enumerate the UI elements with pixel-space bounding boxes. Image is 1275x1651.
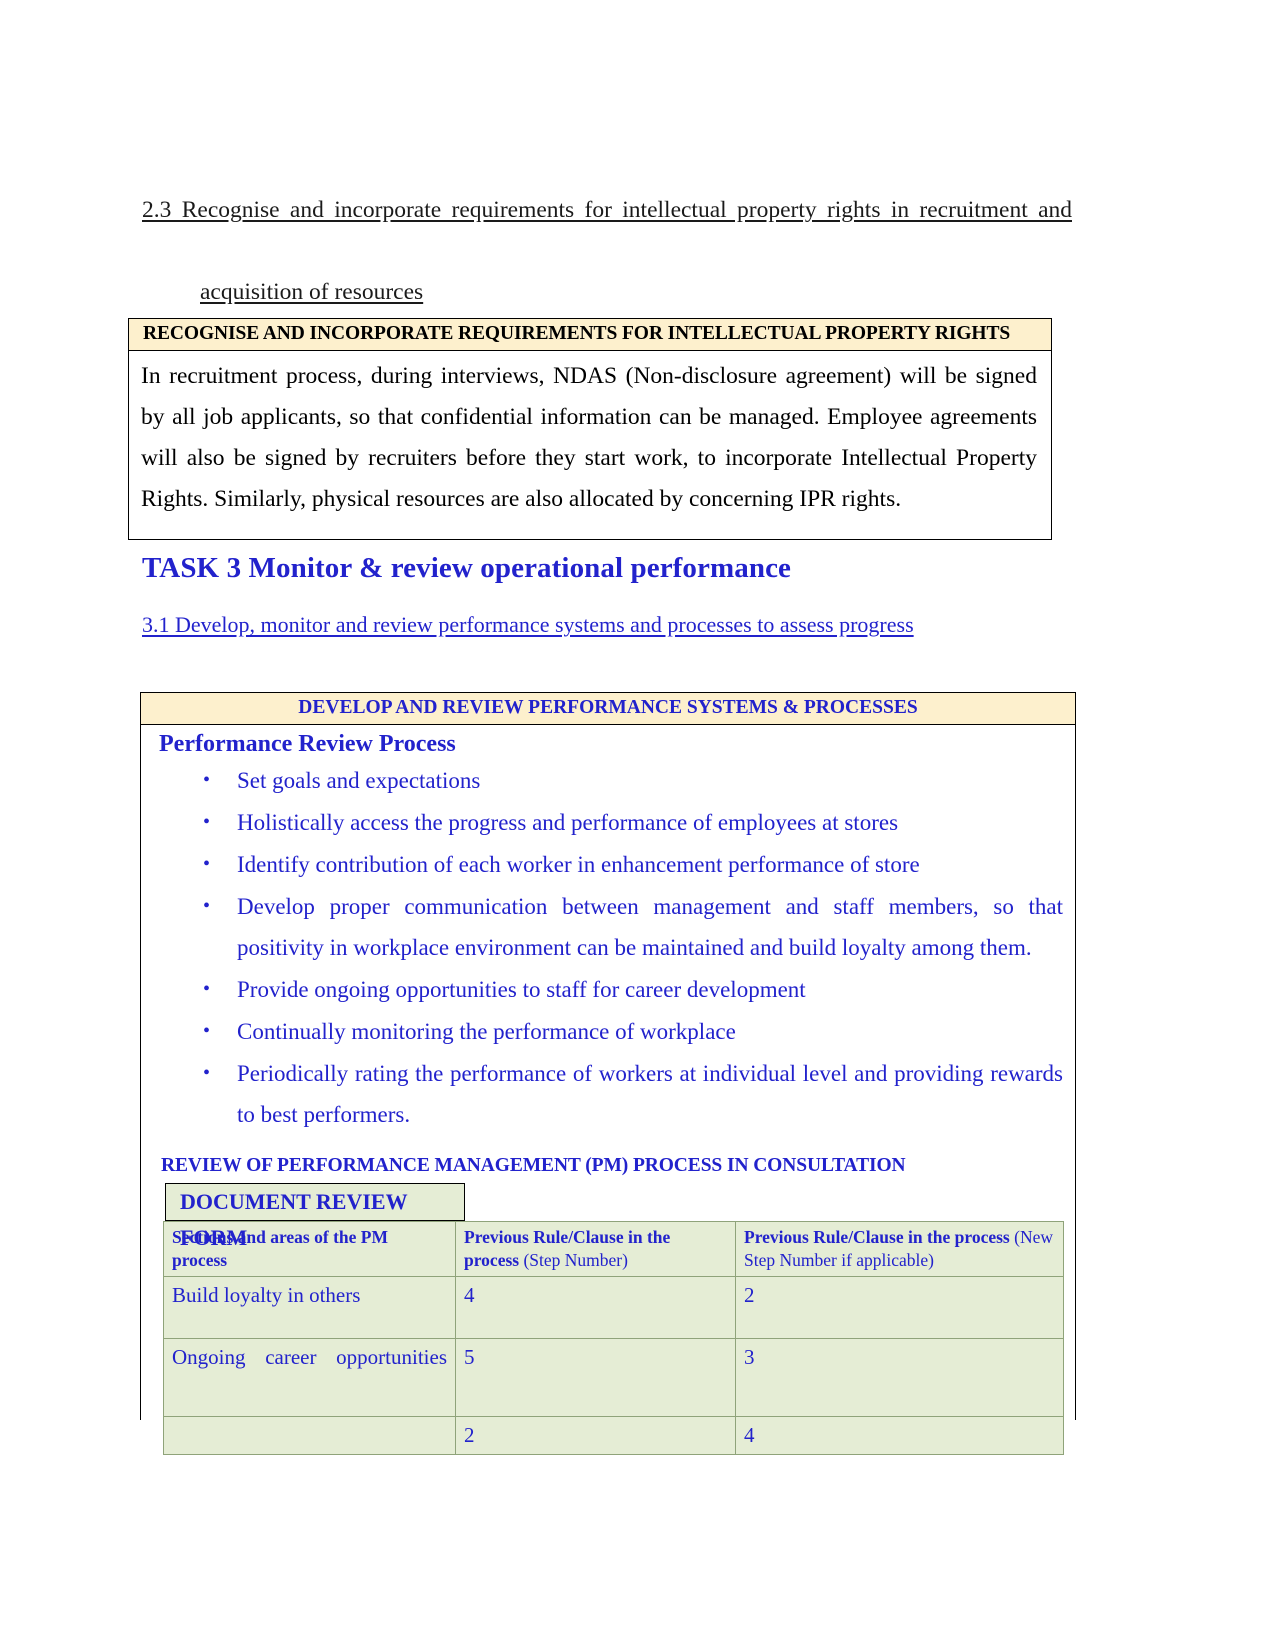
table-cell-section-text: Ongoing career opportunities [172,1345,447,1369]
table-header-previous: Previous Rule/Clause in the process (Ste… [455,1221,736,1277]
table-header-new: Previous Rule/Clause in the process (New… [735,1221,1064,1277]
performance-bullet-list: Set goals and expectations Holistically … [151,760,1063,1135]
section-heading-line-2: acquisition of resources [200,279,424,305]
table-header-sections-main: Sections and areas of the PM process [172,1227,388,1270]
document-review-form-tab: DOCUMENT REVIEW FORM [165,1183,465,1250]
table-header-new-main: Previous Rule/Clause in the process [744,1227,1010,1247]
table-row: Build loyalty in others 4 2 [163,1276,1064,1339]
performance-box-header: DEVELOP AND REVIEW PERFORMANCE SYSTEMS &… [141,693,1075,725]
list-item: Set goals and expectations [199,760,1063,801]
table-header-sections: Sections and areas of the PM process [163,1221,456,1277]
performance-review-process-title: Performance Review Process [159,731,456,757]
section-heading-line-1: 2.3 Recognise and incorporate requiremen… [142,190,1072,272]
table-header-previous-sub: (Step Number) [519,1250,628,1270]
section-heading-2-3: 2.3 Recognise and incorporate requiremen… [142,190,1072,313]
table-cell-new: 4 [735,1416,1064,1455]
list-item: Provide ongoing opportunities to staff f… [199,969,1063,1010]
document-page: 2.3 Recognise and incorporate requiremen… [0,0,1275,1651]
ipr-box-body: In recruitment process, during interview… [141,363,1037,512]
table-cell-previous: 2 [455,1416,736,1455]
table-cell-section: Build loyalty in others [163,1276,456,1339]
table-header-row: Sections and areas of the PM process Pre… [163,1221,1064,1277]
list-item: Develop proper communication between man… [199,886,1063,968]
list-item: Periodically rating the performance of w… [199,1053,1063,1135]
section-heading-line-1-text: 2.3 Recognise and incorporate requiremen… [142,197,1072,223]
table-row: 2 4 [163,1416,1064,1455]
ipr-box-header: RECOGNISE AND INCORPORATE REQUIREMENTS F… [129,319,1051,351]
table-cell-section: Ongoing career opportunities [163,1338,456,1417]
task-3-title: TASK 3 Monitor & review operational perf… [142,552,792,584]
list-item: Holistically access the progress and per… [199,802,1063,843]
table-cell-section-text: Build loyalty in others [172,1283,361,1307]
list-item: Identify contribution of each worker in … [199,844,1063,885]
table-row: Ongoing career opportunities 5 3 [163,1338,1064,1417]
document-review-table: Sections and areas of the PM process Pre… [163,1221,1064,1455]
ipr-box: RECOGNISE AND INCORPORATE REQUIREMENTS F… [128,318,1052,540]
list-item: Continually monitoring the performance o… [199,1011,1063,1052]
subsection-heading-3-1: 3.1 Develop, monitor and review performa… [142,612,914,637]
table-cell-previous: 5 [455,1338,736,1417]
table-cell-new: 2 [735,1276,1064,1339]
performance-box-body: Performance Review Process Set goals and… [141,725,1075,1455]
table-cell-previous: 4 [455,1276,736,1339]
table-cell-section [163,1416,456,1455]
table-cell-new: 3 [735,1338,1064,1417]
review-pm-process-heading: REVIEW OF PERFORMANCE MANAGEMENT (PM) PR… [161,1155,906,1176]
performance-box: DEVELOP AND REVIEW PERFORMANCE SYSTEMS &… [140,692,1076,1455]
